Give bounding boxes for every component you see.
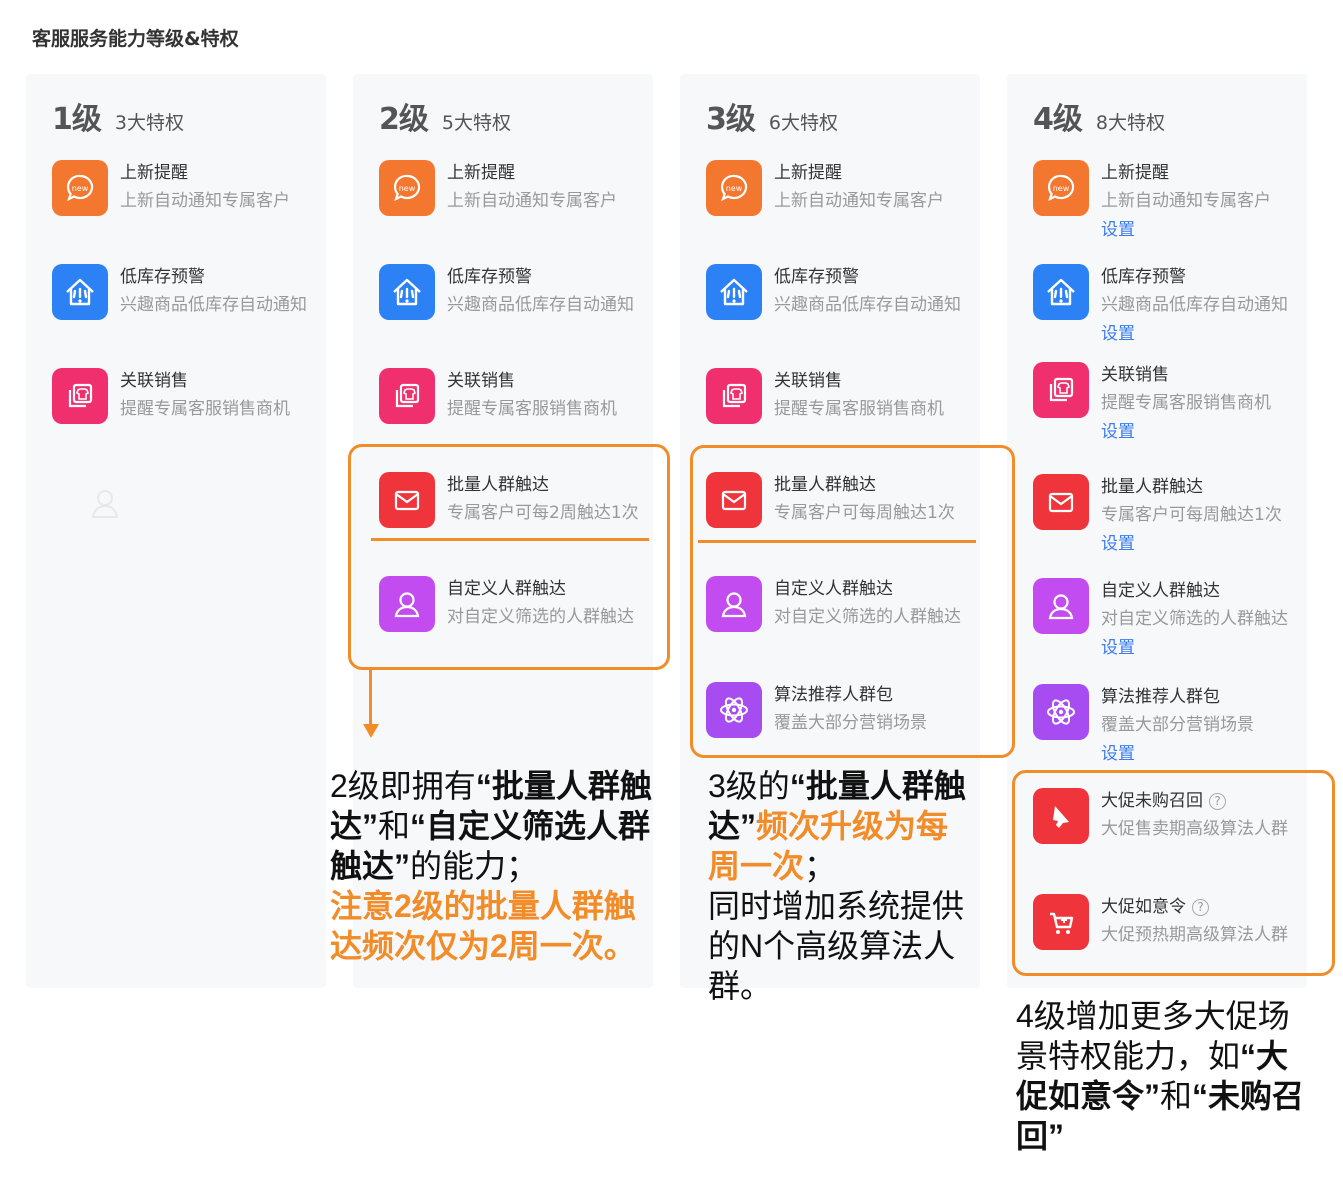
privilege-title: 低库存预警 <box>120 267 205 287</box>
mail-icon <box>1033 474 1089 530</box>
atom-icon <box>1033 684 1089 740</box>
privilege-title: 关联销售 <box>120 371 188 391</box>
privilege-title: 自定义人群触达 <box>1101 581 1220 601</box>
privilege-new-arrival: new 上新提醒上新自动通知专属客户 <box>379 160 617 216</box>
settings-link[interactable]: 设置 <box>1101 219 1271 241</box>
locked-person-icon <box>88 486 122 524</box>
privilege-desc: 兴趣商品低库存自动通知 <box>447 295 634 315</box>
privilege-low-stock: 低库存预警兴趣商品低库存自动通知 <box>379 264 634 320</box>
level-3-count: 6大特权 <box>768 112 838 134</box>
settings-link[interactable]: 设置 <box>1101 323 1288 345</box>
new-bubble-icon: new <box>52 160 108 216</box>
privilege-low-stock: 低库存预警兴趣商品低库存自动通知 设置 <box>1033 264 1288 345</box>
level-4-count: 8大特权 <box>1095 112 1165 134</box>
privilege-desc: 对自定义筛选的人群触达 <box>1101 609 1288 629</box>
level-1-card: 1级 3大特权 new 上新提醒上新自动通知专属客户 低库存预警兴趣商品低库存自… <box>26 74 326 988</box>
privilege-desc: 上新自动通知专属客户 <box>1101 191 1271 211</box>
level-4-note: 4级增加更多大促场景特权能力，如“大促如意令”和“未购召回” <box>1016 998 1305 1154</box>
level-3-number: 3级 <box>706 102 756 137</box>
privilege-desc: 提醒专属客服销售商机 <box>1101 393 1271 413</box>
privilege-batch-reach: 批量人群触达专属客户可每周触达1次 设置 <box>1033 474 1282 555</box>
privilege-new-arrival: new 上新提醒上新自动通知专属客户 设置 <box>1033 160 1271 241</box>
privilege-title: 关联销售 <box>774 371 842 391</box>
svg-text:new: new <box>1053 184 1070 193</box>
new-bubble-icon: new <box>1033 160 1089 216</box>
privilege-desc: 兴趣商品低库存自动通知 <box>1101 295 1288 315</box>
settings-link[interactable]: 设置 <box>1101 743 1254 765</box>
privilege-title: 上新提醒 <box>774 163 842 183</box>
privilege-desc: 上新自动通知专属客户 <box>120 191 290 211</box>
level-2-number: 2级 <box>379 102 429 137</box>
privilege-desc: 上新自动通知专属客户 <box>447 191 617 211</box>
privilege-related-sales: 关联销售提醒专属客服销售商机 <box>379 368 617 424</box>
privilege-new-arrival: new 上新提醒上新自动通知专属客户 <box>52 160 290 216</box>
privilege-desc: 覆盖大部分营销场景 <box>1101 715 1254 735</box>
shirt-stack-icon <box>379 368 435 424</box>
privilege-title: 低库存预警 <box>1101 267 1186 287</box>
privilege-related-sales: 关联销售提醒专属客服销售商机 <box>706 368 944 424</box>
svg-text:new: new <box>726 184 743 193</box>
level-3-highlight-box <box>690 445 1015 758</box>
privilege-desc: 提醒专属客服销售商机 <box>447 399 617 419</box>
level-2-highlight-box <box>348 444 670 670</box>
privilege-low-stock: 低库存预警兴趣商品低库存自动通知 <box>706 264 961 320</box>
level-3-note: 3级的“批量人群触达”频次升级为每周一次； 同时增加系统提供的N个高级算法人群。 <box>708 768 966 1004</box>
level-2-note: 2级即拥有“批量人群触达”和“自定义筛选人群触达”的能力； 注意2级的批量人群触达… <box>330 768 652 964</box>
level-2-arrow-line <box>369 670 372 726</box>
privilege-title: 上新提醒 <box>120 163 188 183</box>
privilege-title: 算法推荐人群包 <box>1101 687 1220 707</box>
shirt-stack-icon <box>1033 362 1089 418</box>
privilege-desc: 提醒专属客服销售商机 <box>120 399 290 419</box>
svg-text:new: new <box>72 184 89 193</box>
privilege-title: 关联销售 <box>447 371 515 391</box>
privilege-title: 关联销售 <box>1101 365 1169 385</box>
privilege-low-stock: 低库存预警兴趣商品低库存自动通知 <box>52 264 307 320</box>
privilege-desc: 上新自动通知专属客户 <box>774 191 944 211</box>
settings-link[interactable]: 设置 <box>1101 533 1282 555</box>
house-alert-icon <box>706 264 762 320</box>
person-icon <box>1033 578 1089 634</box>
privilege-desc: 提醒专属客服销售商机 <box>774 399 944 419</box>
level-4-highlight-box <box>1012 770 1335 976</box>
level-3-divider <box>698 540 976 543</box>
privilege-desc: 兴趣商品低库存自动通知 <box>774 295 961 315</box>
privilege-title: 批量人群触达 <box>1101 477 1203 497</box>
privilege-desc: 兴趣商品低库存自动通知 <box>120 295 307 315</box>
privilege-related-sales: 关联销售提醒专属客服销售商机 <box>52 368 290 424</box>
settings-link[interactable]: 设置 <box>1101 421 1271 443</box>
level-2-arrow-head <box>363 724 379 738</box>
privilege-title: 低库存预警 <box>447 267 532 287</box>
house-alert-icon <box>52 264 108 320</box>
privilege-new-arrival: new 上新提醒上新自动通知专属客户 <box>706 160 944 216</box>
house-alert-icon <box>379 264 435 320</box>
shirt-stack-icon <box>52 368 108 424</box>
level-1-count: 3大特权 <box>114 112 184 134</box>
house-alert-icon <box>1033 264 1089 320</box>
level-1-number: 1级 <box>52 102 102 137</box>
privilege-title: 低库存预警 <box>774 267 859 287</box>
page-title: 客服服务能力等级&特权 <box>32 28 239 50</box>
new-bubble-icon: new <box>706 160 762 216</box>
privilege-algo-crowd: 算法推荐人群包覆盖大部分营销场景 设置 <box>1033 684 1254 765</box>
privilege-desc: 专属客户可每周触达1次 <box>1101 505 1282 525</box>
settings-link[interactable]: 设置 <box>1101 637 1288 659</box>
privilege-title: 上新提醒 <box>447 163 515 183</box>
new-bubble-icon: new <box>379 160 435 216</box>
level-4-number: 4级 <box>1033 102 1083 137</box>
privilege-custom-reach: 自定义人群触达对自定义筛选的人群触达 设置 <box>1033 578 1288 659</box>
privilege-related-sales: 关联销售提醒专属客服销售商机 设置 <box>1033 362 1271 443</box>
privilege-title: 上新提醒 <box>1101 163 1169 183</box>
shirt-stack-icon <box>706 368 762 424</box>
level-2-divider <box>371 538 649 541</box>
level-2-count: 5大特权 <box>441 112 511 134</box>
svg-text:new: new <box>399 184 416 193</box>
